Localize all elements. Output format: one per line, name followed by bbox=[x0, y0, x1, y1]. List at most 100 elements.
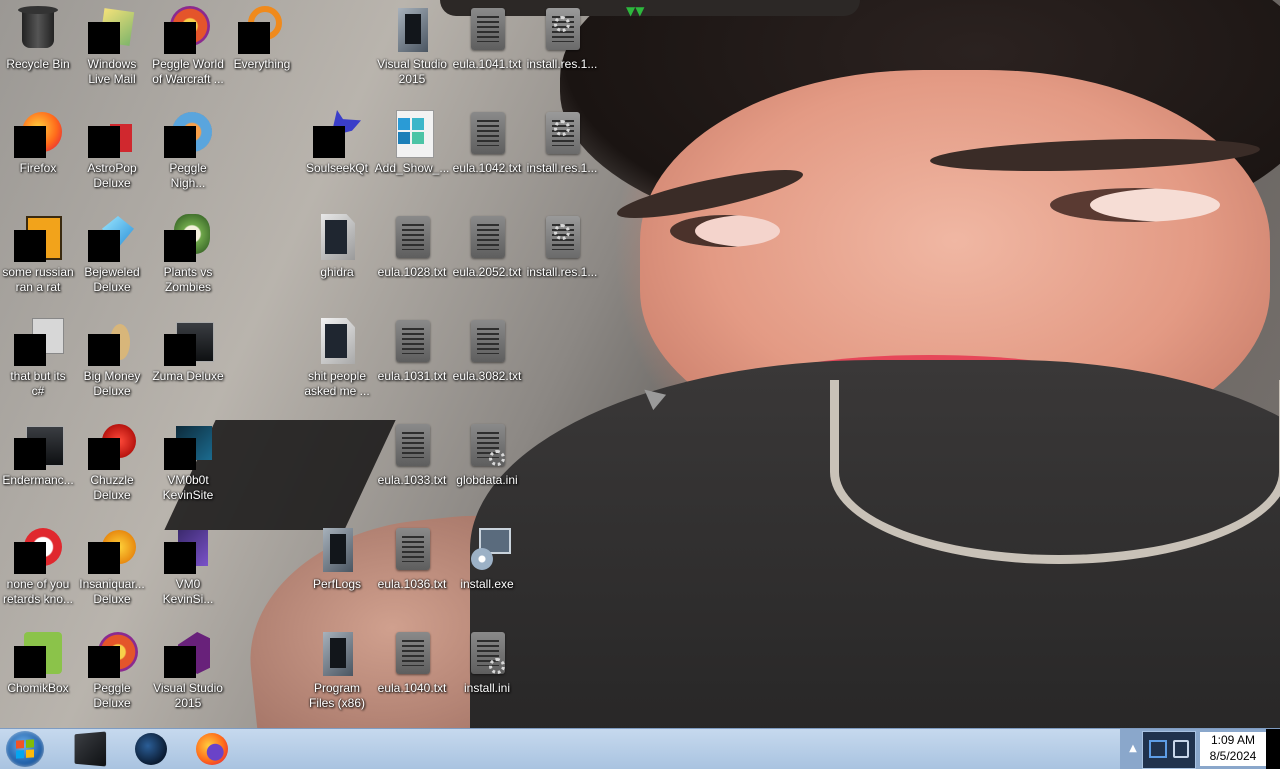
desktop-icon-chomikbox[interactable]: ChomikBox bbox=[0, 624, 76, 724]
taskbar-firefox[interactable] bbox=[196, 733, 228, 765]
search-app-icon bbox=[238, 6, 286, 54]
app-icon bbox=[164, 422, 212, 470]
clock-date: 8/5/2024 bbox=[1209, 749, 1257, 763]
desktop-icon-astropop-deluxe[interactable]: AstroPop Deluxe bbox=[74, 104, 150, 204]
start-button[interactable] bbox=[6, 731, 44, 767]
desktop-icon-none-of-you[interactable]: none of you retards kno... bbox=[0, 520, 76, 620]
icon-label: install.res.1... bbox=[526, 265, 598, 279]
desktop-icon-plants-vs-zombies[interactable]: Plants vs Zombies bbox=[150, 208, 226, 308]
taskbar: ▲ 1:09 AM 8/5/2024 bbox=[0, 728, 1280, 769]
desktop-icon-add-show[interactable]: Add_Show_... bbox=[374, 104, 450, 204]
desktop-icon-some-russian-ran-a-rat[interactable]: some russian ran a rat bbox=[0, 208, 76, 308]
desktop-icon-insaniquarium-deluxe[interactable]: Insaniquar... Deluxe bbox=[74, 520, 150, 620]
desktop-icon-eula-2052[interactable]: eula.2052.txt bbox=[449, 208, 525, 308]
desktop-icon-chuzzle-deluxe[interactable]: Chuzzle Deluxe bbox=[74, 416, 150, 516]
icon-label: Program Files (x86) bbox=[308, 681, 365, 710]
icon-label: eula.2052.txt bbox=[452, 265, 522, 279]
game-icon bbox=[88, 422, 136, 470]
icon-label: Firefox bbox=[19, 161, 57, 175]
icon-label: ghidra bbox=[320, 265, 354, 279]
show-desktop-button[interactable] bbox=[1266, 729, 1280, 769]
peggle-icon bbox=[88, 630, 138, 678]
icon-label: eula.1036.txt bbox=[377, 577, 447, 591]
bird-icon bbox=[313, 110, 361, 158]
icon-label: Visual Studio 2015 bbox=[377, 57, 447, 86]
icon-label: globdata.ini bbox=[456, 473, 518, 487]
desktop-icon-everything[interactable]: Everything bbox=[224, 0, 300, 100]
network-icon[interactable] bbox=[1149, 740, 1167, 758]
icon-label: Visual Studio 2015 bbox=[153, 681, 223, 710]
icon-label: ChomikBox bbox=[7, 681, 69, 695]
desktop-icon-zuma-deluxe[interactable]: Zuma Deluxe bbox=[150, 312, 226, 412]
text-file-icon bbox=[463, 214, 511, 262]
text-file-icon bbox=[388, 214, 436, 262]
icon-label: eula.1041.txt bbox=[452, 57, 522, 71]
desktop-icon-install-res-3[interactable]: install.res.1... bbox=[524, 208, 600, 308]
desktop-icon-recycle-bin[interactable]: Recycle Bin bbox=[0, 0, 76, 100]
text-file-icon bbox=[463, 6, 511, 54]
registry-file-icon bbox=[388, 110, 436, 158]
volume-muted-icon[interactable] bbox=[1173, 740, 1189, 758]
desktop-icon-visual-studio-2015-b[interactable]: Visual Studio 2015 bbox=[150, 624, 226, 724]
text-file-icon bbox=[388, 526, 436, 574]
desktop-icon-eula-1028[interactable]: eula.1028.txt bbox=[374, 208, 450, 308]
taskbar-steam[interactable] bbox=[135, 733, 167, 765]
desktop-icon-eula-1041[interactable]: eula.1041.txt bbox=[449, 0, 525, 100]
desktop-icon-endermanch[interactable]: Endermanc... bbox=[0, 416, 76, 516]
icon-label: AstroPop Deluxe bbox=[87, 161, 137, 190]
icon-label: Big Money Deluxe bbox=[83, 369, 141, 398]
desktop-icon-globdata-ini[interactable]: globdata.ini bbox=[449, 416, 525, 516]
settings-file-icon bbox=[538, 6, 586, 54]
desktop-icon-soulseekqt[interactable]: SoulseekQt bbox=[299, 104, 375, 204]
taskbar-clock[interactable]: 1:09 AM 8/5/2024 bbox=[1200, 732, 1266, 766]
app-icon bbox=[14, 422, 64, 470]
icon-label: Peggle Deluxe bbox=[93, 681, 131, 710]
icon-label: some russian ran a rat bbox=[2, 265, 74, 294]
icon-label: VM0b0t KevinSite bbox=[162, 473, 214, 502]
desktop-icon-eula-1040[interactable]: eula.1040.txt bbox=[374, 624, 450, 724]
desktop-icon-shit-people-asked-me[interactable]: shit people asked me ... bbox=[299, 312, 375, 412]
text-file-icon bbox=[463, 318, 511, 366]
icon-label: Zuma Deluxe bbox=[152, 369, 224, 383]
desktop-icon-vm0b0t-kevinsite[interactable]: VM0b0t KevinSite bbox=[150, 416, 226, 516]
desktop-icon-firefox[interactable]: Firefox bbox=[0, 104, 76, 204]
icon-label: that but its c# bbox=[10, 369, 66, 398]
desktop-icon-eula-3082[interactable]: eula.3082.txt bbox=[449, 312, 525, 412]
icon-label: Insaniquar... Deluxe bbox=[79, 577, 145, 606]
icon-label: SoulseekQt bbox=[305, 161, 369, 175]
icon-label: VM0 KevinSi... bbox=[162, 577, 214, 606]
desktop-icon-peggle-deluxe[interactable]: Peggle Deluxe bbox=[74, 624, 150, 724]
folder-icon bbox=[313, 630, 361, 678]
desktop-icon-peggle-world-of-warcraft[interactable]: Peggle World of Warcraft ... bbox=[150, 0, 226, 100]
app-icon bbox=[14, 526, 62, 574]
taskbar-command-prompt[interactable] bbox=[74, 731, 107, 767]
desktop-icon-program-files-x86[interactable]: Program Files (x86) bbox=[299, 624, 375, 724]
desktop-icon-peggle-nights[interactable]: Peggle Nigh... bbox=[150, 104, 226, 204]
desktop-icon-eula-1036[interactable]: eula.1036.txt bbox=[374, 520, 450, 620]
desktop-icon-perflogs[interactable]: PerfLogs bbox=[299, 520, 375, 620]
recycle-bin-icon bbox=[14, 6, 62, 54]
desktop-icon-vm0-kevinsite[interactable]: VM0 KevinSi... bbox=[150, 520, 226, 620]
desktop-icon-bejeweled-deluxe[interactable]: Bejeweled Deluxe bbox=[74, 208, 150, 308]
app-icon bbox=[14, 630, 62, 678]
desktop-icon-ghidra[interactable]: ghidra bbox=[299, 208, 375, 308]
icon-label: eula.1028.txt bbox=[377, 265, 447, 279]
desktop-icon-visual-studio-2015[interactable]: Visual Studio 2015 bbox=[374, 0, 450, 100]
visual-studio-icon bbox=[164, 630, 212, 678]
desktop-icon-install-ini[interactable]: install.ini bbox=[449, 624, 525, 724]
desktop-icon-install-res-2[interactable]: install.res.1... bbox=[524, 104, 600, 204]
show-hidden-icons-button[interactable]: ▲ bbox=[1126, 739, 1140, 759]
desktop-icon-eula-1042[interactable]: eula.1042.txt bbox=[449, 104, 525, 204]
desktop-icon-big-money-deluxe[interactable]: Big Money Deluxe bbox=[74, 312, 150, 412]
shortcut-icon bbox=[14, 318, 64, 366]
desktop-icon-eula-1031[interactable]: eula.1031.txt bbox=[374, 312, 450, 412]
desktop-icon-windows-live-mail[interactable]: Windows Live Mail bbox=[74, 0, 150, 100]
desktop-icon-install-res-1[interactable]: install.res.1... bbox=[524, 0, 600, 100]
system-tray: ▲ 1:09 AM 8/5/2024 bbox=[1120, 729, 1280, 769]
desktop-icon-install-exe[interactable]: install.exe bbox=[449, 520, 525, 620]
settings-file-icon bbox=[463, 422, 511, 470]
icon-label: install.exe bbox=[460, 577, 514, 591]
icon-label: Plants vs Zombies bbox=[163, 265, 213, 294]
desktop-icon-that-but-its-csharp[interactable]: that but its c# bbox=[0, 312, 76, 412]
desktop-icon-eula-1033[interactable]: eula.1033.txt bbox=[374, 416, 450, 516]
